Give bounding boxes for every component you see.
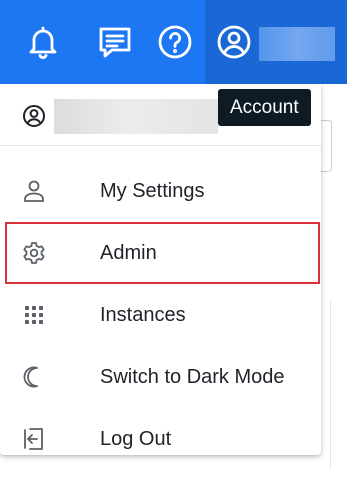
menu-item-dark-mode[interactable]: Switch to Dark Mode xyxy=(0,346,321,408)
account-circle-icon xyxy=(213,21,255,63)
menu-item-label: Switch to Dark Mode xyxy=(100,366,285,388)
account-dropdown-menu: My Settings Admin Instances Switch to Da… xyxy=(0,84,321,455)
menu-item-log-out[interactable]: Log Out xyxy=(0,408,321,470)
menu-item-label: Instances xyxy=(100,304,186,326)
menu-item-label: Log Out xyxy=(100,428,172,450)
user-name-redacted xyxy=(54,99,218,134)
menu-item-my-settings[interactable]: My Settings xyxy=(0,160,321,222)
account-menu-button[interactable] xyxy=(205,0,347,84)
logout-icon xyxy=(21,426,47,452)
gear-icon xyxy=(21,240,47,266)
menu-item-label: Admin xyxy=(100,242,157,264)
background-divider xyxy=(330,300,331,470)
account-name-redacted xyxy=(259,27,335,61)
person-icon xyxy=(21,178,47,204)
grid-dots-icon xyxy=(21,302,47,328)
menu-item-instances[interactable]: Instances xyxy=(0,284,321,346)
help-question-icon[interactable] xyxy=(154,21,196,63)
account-tooltip: Account xyxy=(218,89,311,126)
messages-chat-icon[interactable] xyxy=(94,21,136,63)
user-account-icon xyxy=(22,104,46,128)
notifications-bell-icon[interactable] xyxy=(22,21,64,63)
moon-icon xyxy=(21,364,47,390)
menu-item-label: My Settings xyxy=(100,180,205,202)
top-navigation-bar xyxy=(0,0,347,84)
menu-item-admin[interactable]: Admin xyxy=(5,222,320,284)
